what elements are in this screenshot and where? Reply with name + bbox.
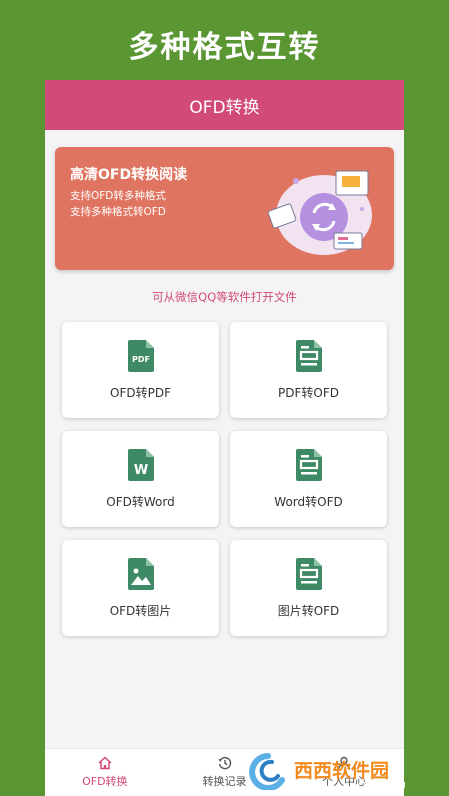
ofd-file-icon	[295, 339, 322, 372]
open-from-apps-hint: 可从微信QQ等软件打开文件	[152, 290, 297, 304]
word-to-ofd-card[interactable]: Word转OFD	[230, 431, 387, 527]
ofd-to-word-card[interactable]: W OFD转Word	[62, 431, 219, 527]
card-label: PDF转OFD	[278, 385, 339, 400]
nav-item-label: OFD转换	[82, 775, 128, 788]
ofd-to-image-card[interactable]: OFD转图片	[62, 540, 219, 636]
site-watermark: 西西软件园 CR173.COM	[249, 753, 406, 790]
watermark-text: 西西软件园	[294, 759, 389, 782]
image-to-ofd-card[interactable]: 图片转OFD	[230, 540, 387, 636]
banner-line-1: 支持OFD转多种格式	[70, 190, 166, 202]
conversion-grid: PDF OFD转PDF PDF转OFD W OFD转Word Word转OFD …	[62, 322, 387, 636]
watermark-sub: CR173.COM	[358, 781, 406, 790]
card-label: Word转OFD	[274, 494, 343, 509]
conversion-illustration-icon	[267, 170, 372, 255]
banner-line-2: 支持多种格式转OFD	[70, 206, 166, 218]
card-label: OFD转图片	[109, 603, 172, 618]
promo-title: 多种格式互转	[128, 30, 321, 65]
word-file-icon: W	[127, 448, 154, 481]
promo-banner[interactable]: 高清OFD转换阅读 支持OFD转多种格式 支持多种格式转OFD	[55, 147, 394, 270]
pdf-file-icon: PDF	[127, 339, 154, 372]
history-icon	[218, 756, 231, 770]
ofd-file-icon	[295, 448, 322, 481]
card-label: OFD转PDF	[110, 385, 171, 400]
nav-item-convert[interactable]: OFD转换	[45, 749, 165, 796]
banner-title: 高清OFD转换阅读	[70, 167, 188, 183]
ofd-to-pdf-card[interactable]: PDF OFD转PDF	[62, 322, 219, 418]
app-bar: OFD转换	[45, 80, 404, 130]
ofd-file-icon	[295, 557, 322, 590]
svg-text:PDF: PDF	[132, 355, 150, 364]
pdf-to-ofd-card[interactable]: PDF转OFD	[230, 322, 387, 418]
image-file-icon	[127, 557, 154, 590]
app-title: OFD转换	[189, 97, 260, 118]
card-label: OFD转Word	[106, 494, 175, 509]
nav-item-label: 转换记录	[202, 775, 247, 788]
phone-screen: OFD转换 高清OFD转换阅读 支持OFD转多种格式 支持多种格式转OFD 可从…	[45, 80, 404, 796]
home-icon	[98, 756, 112, 770]
card-label: 图片转OFD	[277, 603, 340, 618]
svg-text:W: W	[133, 463, 147, 478]
